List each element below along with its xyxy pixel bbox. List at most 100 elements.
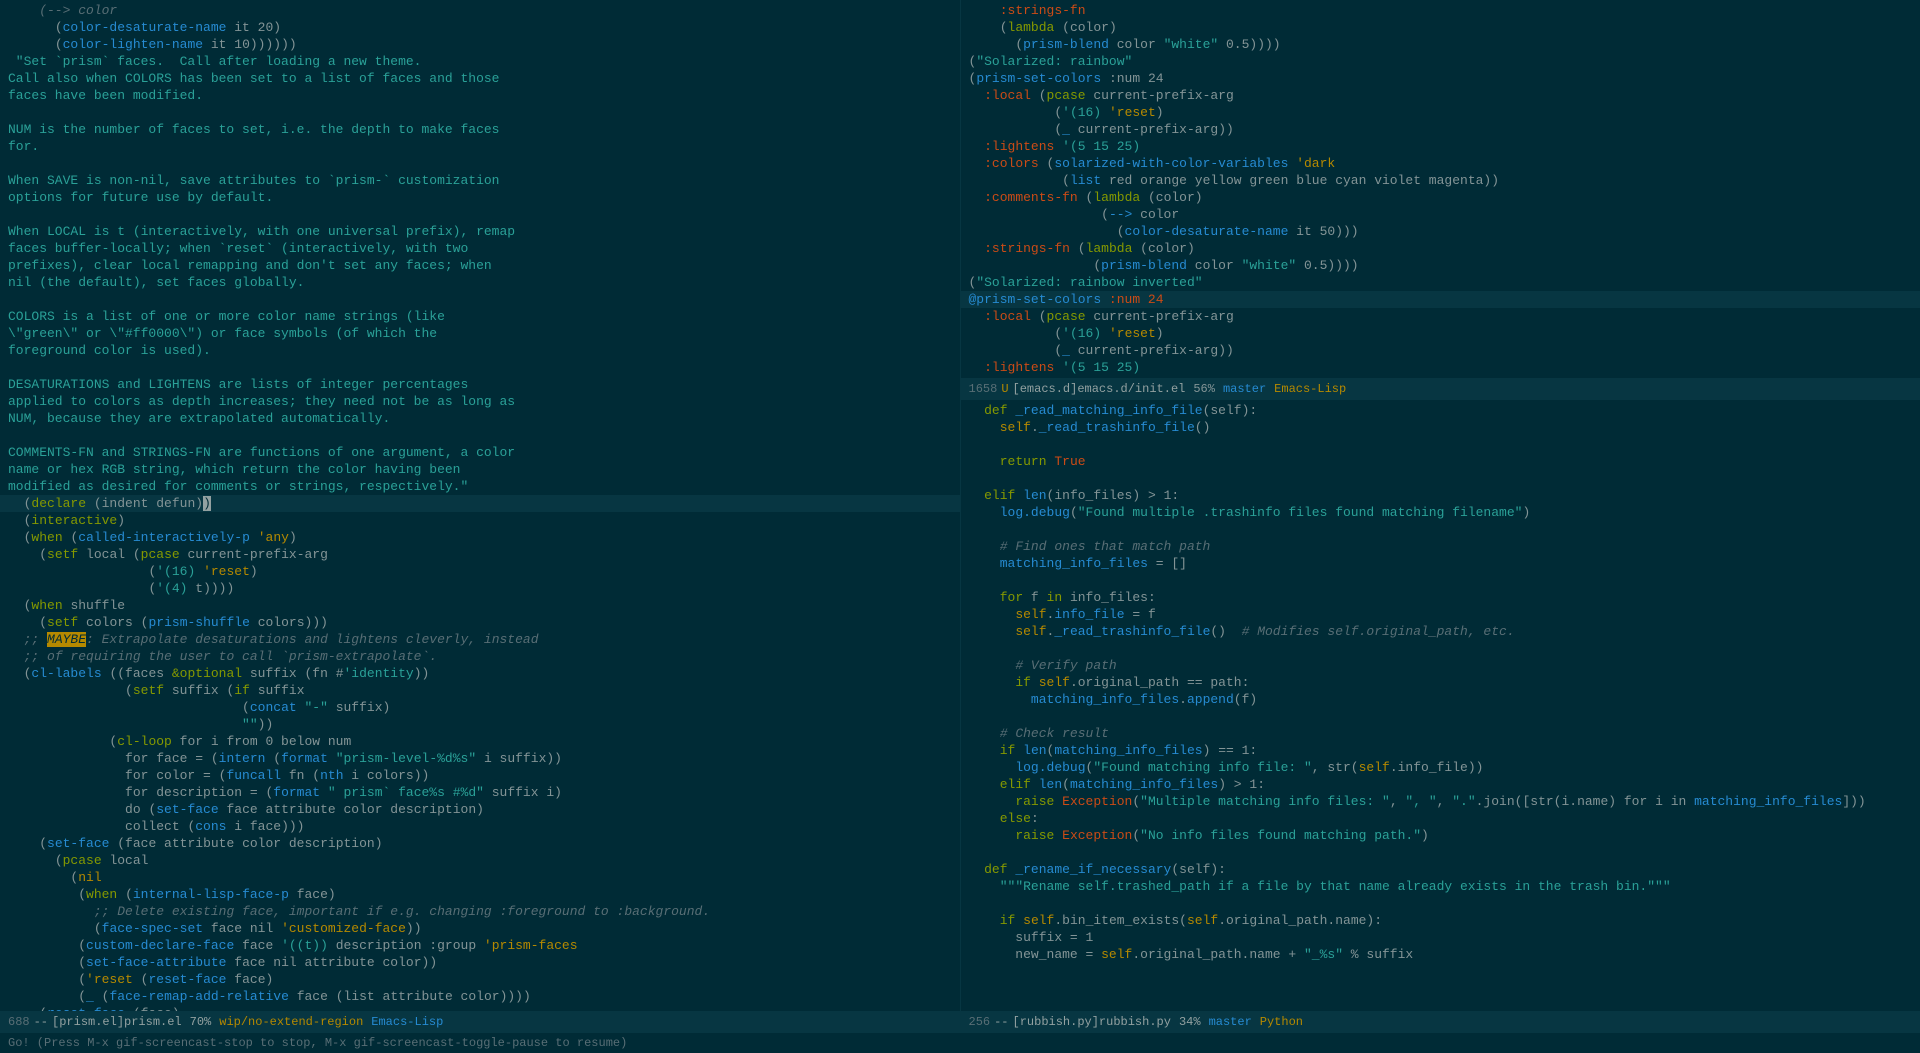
line <box>961 521 1920 538</box>
line: self.info_file = f <box>961 606 1920 623</box>
line <box>0 359 960 376</box>
line: def _read_matching_info_file(self): <box>961 402 1920 419</box>
line: @prism-set-colors :num 24 <box>961 291 1920 308</box>
line: (when (called-interactively-p 'any) <box>0 529 960 546</box>
line: ;; MAYBE: Extrapolate desaturations and … <box>0 631 960 648</box>
left-code-content: (--> color (color-desaturate-name it 20)… <box>0 0 960 1011</box>
line: log.debug("Found matching info file: ", … <box>961 759 1920 776</box>
right-top-status-marker: 1658 <box>969 382 998 396</box>
line: if len(matching_info_files) == 1: <box>961 742 1920 759</box>
line <box>0 104 960 121</box>
line <box>961 436 1920 453</box>
line: (when shuffle <box>0 597 960 614</box>
right-bottom-status-bar: 256 -- [rubbish.py]rubbish.py 34% master… <box>961 1011 1920 1033</box>
line: matching_info_files.append(f) <box>961 691 1920 708</box>
line: elif len(info_files) > 1: <box>961 487 1920 504</box>
line: ('(16) 'reset) <box>961 104 1920 121</box>
line: :strings-fn <box>961 2 1920 19</box>
line: :lightens '(5 15 25) <box>961 138 1920 155</box>
line: name or hex RGB string, which return the… <box>0 461 960 478</box>
line <box>961 708 1920 725</box>
line <box>0 427 960 444</box>
line: (prism-blend color "white" 0.5)))) <box>961 36 1920 53</box>
line: for. <box>0 138 960 155</box>
right-top-status-bar: 1658 U [emacs.d]emacs.d/init.el 56% mast… <box>961 378 1920 400</box>
right-bottom-status-marker: 256 <box>969 1015 991 1029</box>
line: DESATURATIONS and LIGHTENS are lists of … <box>0 376 960 393</box>
line: (prism-set-colors :num 24 <box>961 70 1920 87</box>
line: ('(16) 'reset) <box>961 325 1920 342</box>
line: (set-face-attribute face nil attribute c… <box>0 954 960 971</box>
left-status-marker: 688 <box>8 1015 30 1029</box>
line <box>961 470 1920 487</box>
line: else: <box>961 810 1920 827</box>
left-pane: (--> color (color-desaturate-name it 20)… <box>0 0 961 1033</box>
left-status-mode: Emacs-Lisp <box>371 1015 443 1029</box>
line: faces buffer-locally; when `reset` (inte… <box>0 240 960 257</box>
line: ('(4) t)))) <box>0 580 960 597</box>
line: return True <box>961 453 1920 470</box>
right-pane: :strings-fn (lambda (color) (prism-blend… <box>961 0 1920 1033</box>
line: raise Exception("No info files found mat… <box>961 827 1920 844</box>
left-status-filename[interactable]: [prism.el]prism.el <box>52 1015 182 1029</box>
bottom-message-bar: Go! (Press M-x gif-screencast-stop to st… <box>0 1033 1920 1053</box>
editor-area: (--> color (color-desaturate-name it 20)… <box>0 0 1920 1033</box>
left-status-percent: 70% <box>190 1015 212 1029</box>
right-top-status-filename[interactable]: [emacs.d]emacs.d/init.el <box>1013 382 1186 396</box>
line: (concat "-" suffix) <box>0 699 960 716</box>
right-bottom-status-filename[interactable]: [rubbish.py]rubbish.py <box>1013 1015 1171 1029</box>
line: ;; Delete existing face, important if e.… <box>0 903 960 920</box>
line: (interactive) <box>0 512 960 529</box>
left-status-bar: 688 -- [prism.el]prism.el 70% wip/no-ext… <box>0 1011 960 1033</box>
right-bottom-code: def _read_matching_info_file(self): self… <box>961 400 1920 1011</box>
line: (pcase local <box>0 852 960 869</box>
line: # Check result <box>961 725 1920 742</box>
line: Call also when COLORS has been set to a … <box>0 70 960 87</box>
line: :comments-fn (lambda (color) <box>961 189 1920 206</box>
line: self._read_trashinfo_file() <box>961 419 1920 436</box>
line: (_ current-prefix-arg)) <box>961 121 1920 138</box>
line: (nil <box>0 869 960 886</box>
line: ("Solarized: rainbow" <box>961 53 1920 70</box>
line: COMMENTS-FN and STRINGS-FN are functions… <box>0 444 960 461</box>
right-top-status-percent: 56% <box>1193 382 1215 396</box>
line: do (set-face face attribute color descri… <box>0 801 960 818</box>
line: (when (internal-lisp-face-p face) <box>0 886 960 903</box>
line: for f in info_files: <box>961 589 1920 606</box>
line: for color = (funcall fn (nth i colors)) <box>0 767 960 784</box>
line: matching_info_files = [] <box>961 555 1920 572</box>
line: ('reset (reset-face face) <box>0 971 960 988</box>
line <box>0 291 960 308</box>
cursor-line: (declare (indent defun)) <box>0 495 960 512</box>
line: foreground color is used). <box>0 342 960 359</box>
line: (custom-declare-face face '((t)) descrip… <box>0 937 960 954</box>
line: (cl-labels ((faces &optional suffix (fn … <box>0 665 960 682</box>
line: (list red orange yellow green blue cyan … <box>961 172 1920 189</box>
line: nil (the default), set faces globally. <box>0 274 960 291</box>
line: faces have been modified. <box>0 87 960 104</box>
line: "Set `prism` faces. Call after loading a… <box>0 53 960 70</box>
right-bottom-status-mode: Python <box>1260 1015 1303 1029</box>
line: self._read_trashinfo_file() # Modifies s… <box>961 623 1920 640</box>
line: elif len(matching_info_files) > 1: <box>961 776 1920 793</box>
line: (color-lighten-name it 10)))))) <box>0 36 960 53</box>
line: "")) <box>0 716 960 733</box>
line: :local (pcase current-prefix-arg <box>961 308 1920 325</box>
line: for description = (format " prism` face%… <box>0 784 960 801</box>
left-status-flag: -- <box>34 1015 48 1029</box>
line <box>961 572 1920 589</box>
line: :local (pcase current-prefix-arg <box>961 87 1920 104</box>
line: (prism-blend color "white" 0.5)))) <box>961 257 1920 274</box>
line: options for future use by default. <box>0 189 960 206</box>
line: def _rename_if_necessary(self): <box>961 861 1920 878</box>
line: When LOCAL is t (interactively, with one… <box>0 223 960 240</box>
line: new_name = self.original_path.name + "_%… <box>961 946 1920 963</box>
line: suffix = 1 <box>961 929 1920 946</box>
line: (cl-loop for i from 0 below num <box>0 733 960 750</box>
line: (_ current-prefix-arg)) <box>961 342 1920 359</box>
line: modified as desired for comments or stri… <box>0 478 960 495</box>
bottom-message: Go! (Press M-x gif-screencast-stop to st… <box>8 1036 627 1050</box>
right-top-status-flag: U <box>1001 382 1008 396</box>
line: (color-desaturate-name it 50))) <box>961 223 1920 240</box>
line: """Rename self.trashed_path if a file by… <box>961 878 1920 895</box>
